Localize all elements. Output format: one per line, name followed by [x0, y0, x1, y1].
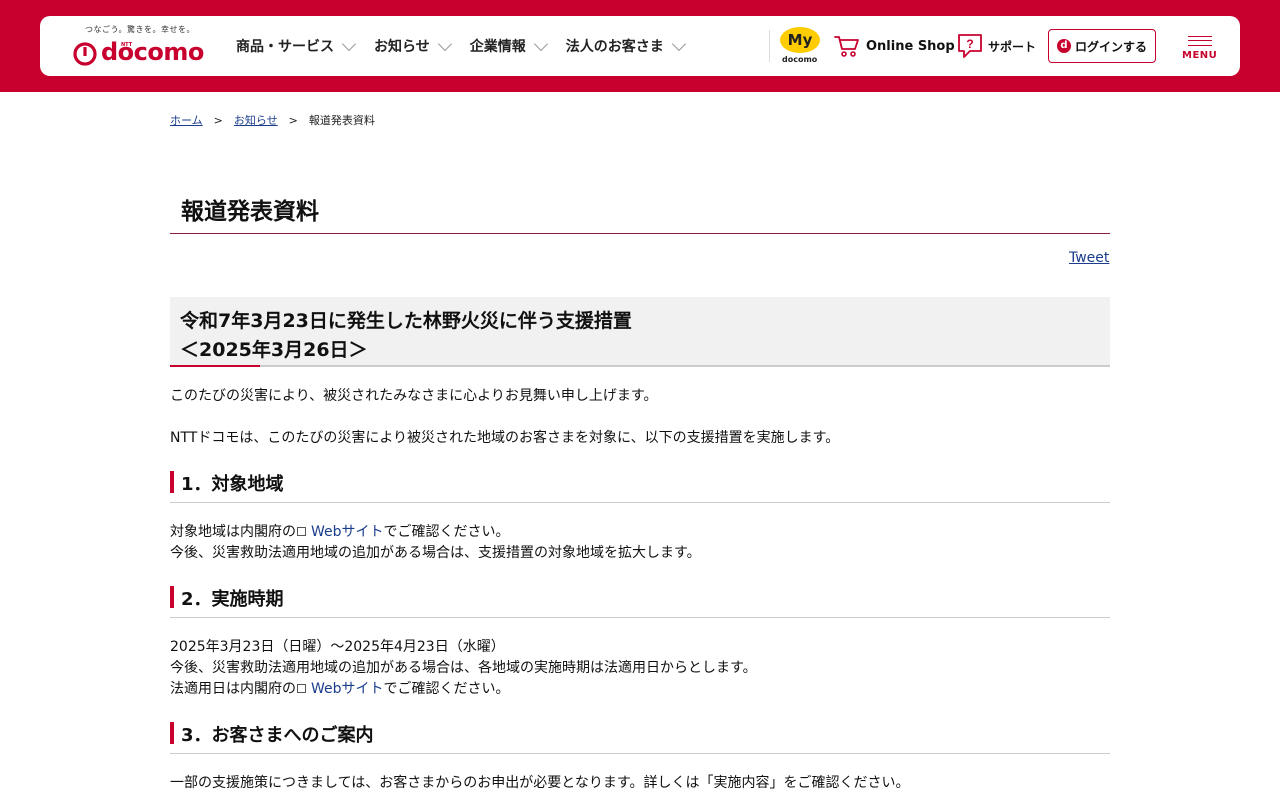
page-title: 報道発表資料	[181, 199, 319, 225]
svg-text:?: ?	[966, 37, 973, 51]
nav-item-label: 法人のお客さま	[565, 39, 664, 55]
section-heading-3: 3．お客さまへのご案内	[170, 722, 1110, 754]
text-segment: でご確認ください。	[383, 681, 510, 697]
menu-label: MENU	[1182, 50, 1218, 61]
shopping-cart-icon	[834, 36, 859, 57]
online-shop-link[interactable]: Online Shop	[834, 34, 955, 58]
chevron-down-icon	[533, 36, 548, 51]
docomo-logo[interactable]: つなごう。驚きを。幸せを。 NTT docomo	[73, 24, 204, 70]
login-button[interactable]: d ログインする	[1048, 29, 1156, 63]
intro-paragraph-1: このたびの災害により、被災されたみなさまに心よりお見舞い申し上げます。	[170, 388, 658, 404]
online-shop-label: Online Shop	[866, 38, 955, 54]
section-title: 1．対象地域	[181, 474, 284, 495]
external-link-icon	[297, 684, 306, 693]
chevron-down-icon	[341, 36, 357, 51]
my-docomo-link[interactable]: My docomo	[778, 27, 822, 67]
nav-item-label: 商品・サービス	[236, 39, 334, 55]
support-link[interactable]: ? サポート	[956, 33, 1036, 59]
breadcrumb-current: 報道発表資料	[308, 114, 375, 127]
breadcrumb: ホーム > お知らせ > 報道発表資料	[170, 112, 375, 128]
hamburger-icon-middle	[1188, 40, 1212, 41]
breadcrumb-separator: >	[288, 113, 298, 127]
logo-tagline: つなごう。驚きを。幸せを。	[85, 25, 196, 34]
title-underline	[170, 233, 1110, 234]
login-label: ログインする	[1074, 39, 1147, 54]
section-accent-bar	[170, 586, 174, 608]
nav-item-news[interactable]: お知らせ	[374, 36, 452, 56]
breadcrumb-separator: >	[213, 113, 223, 127]
section-3-line-1: 一部の支援施策につきましては、お客さまからのお申出が必要となります。詳しくは「実…	[170, 775, 910, 791]
notice-heading: 令和7年3月23日に発生した林野火災に伴う支援措置 ＜2025年3月26日＞	[180, 307, 632, 365]
chevron-down-icon	[671, 36, 686, 51]
section-1-line-1: 対象地域は内閣府の Webサイトでご確認ください。	[170, 522, 510, 543]
d-account-icon: d	[1056, 39, 1071, 53]
tweet-link[interactable]: Tweet	[1069, 250, 1109, 266]
section-2-line-2: 今後、災害救助法適用地域の追加がある場合は、各地域の実施時期は法適用日からとしま…	[170, 660, 757, 676]
site-header: つなごう。驚きを。幸せを。 NTT docomo 商品・サービス お知らせ 企業…	[40, 16, 1240, 76]
section-1-line-2: 今後、災害救助法適用地域の追加がある場合は、支援措置の対象地域を拡大します。	[170, 545, 701, 561]
hamburger-icon	[1188, 36, 1212, 46]
header-divider	[769, 30, 770, 62]
section-2-line-3: 法適用日は内閣府の Webサイトでご確認ください。	[170, 679, 510, 700]
notice-accent-bar	[170, 365, 260, 367]
breadcrumb-news[interactable]: お知らせ	[234, 112, 278, 128]
logo-wordmark: docomo	[101, 38, 204, 66]
my-docomo-sub: docomo	[782, 55, 818, 64]
cabinet-office-website-link[interactable]: Webサイト	[311, 681, 384, 697]
notice-date: ＜2025年3月26日＞	[180, 339, 368, 361]
nav-item-label: お知らせ	[374, 39, 430, 55]
nav-item-label: 企業情報	[469, 39, 526, 55]
notice-title: 令和7年3月23日に発生した林野火災に伴う支援措置	[180, 310, 632, 332]
nav-item-products[interactable]: 商品・サービス	[236, 36, 357, 56]
chevron-down-icon	[437, 36, 452, 51]
section-title: 3．お客さまへのご案内	[181, 725, 374, 746]
external-link-icon	[297, 527, 306, 536]
text-segment: でご確認ください。	[383, 524, 510, 540]
nav-item-corporate[interactable]: 企業情報	[469, 36, 548, 56]
question-bubble-icon: ?	[958, 34, 982, 58]
my-docomo-badge: My	[780, 27, 820, 53]
nav-item-business[interactable]: 法人のお客さま	[565, 36, 686, 56]
support-label: サポート	[988, 39, 1037, 54]
docomo-mark-icon	[73, 42, 97, 66]
section-heading-1: 1．対象地域	[170, 471, 1110, 503]
cabinet-office-website-link[interactable]: Webサイト	[311, 524, 384, 540]
breadcrumb-home[interactable]: ホーム	[170, 112, 203, 128]
section-2-line-1: 2025年3月23日（日曜）～2025年4月23日（水曜）	[170, 639, 505, 655]
text-segment: 法適用日は内閣府の	[170, 681, 296, 697]
notice-heading-box: 令和7年3月23日に発生した林野火災に伴う支援措置 ＜2025年3月26日＞	[170, 297, 1110, 367]
main-nav: 商品・サービス お知らせ 企業情報 法人のお客さま	[236, 16, 704, 76]
text-segment: 対象地域は内閣府の	[170, 524, 296, 540]
section-accent-bar	[170, 722, 174, 744]
section-heading-2: 2．実施時期	[170, 586, 1110, 618]
menu-button[interactable]: MENU	[1180, 34, 1218, 66]
intro-paragraph-2: NTTドコモは、このたびの災害により被災された地域のお客さまを対象に、以下の支援…	[170, 430, 840, 446]
section-title: 2．実施時期	[181, 589, 284, 610]
section-accent-bar	[170, 471, 174, 493]
